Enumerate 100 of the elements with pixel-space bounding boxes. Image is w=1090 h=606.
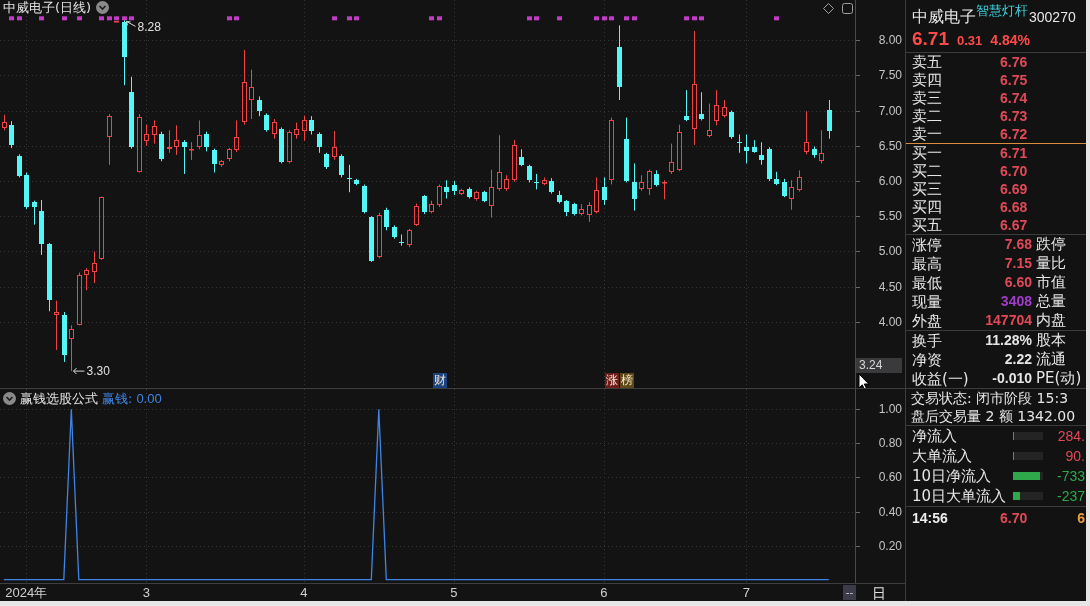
candlestick bbox=[714, 89, 719, 126]
candlestick bbox=[92, 250, 97, 284]
stat-label: 量比 bbox=[1035, 254, 1067, 273]
candlestick bbox=[54, 300, 59, 351]
candlestick bbox=[189, 141, 194, 161]
dropdown-icon[interactable] bbox=[96, 1, 110, 14]
bid-level-label: 买四 bbox=[912, 198, 943, 216]
stat-label: 收益(一) bbox=[912, 369, 969, 388]
candlestick bbox=[47, 242, 52, 312]
price-axis-label: 6.50 bbox=[878, 138, 902, 153]
value-axis-label: 0.60 bbox=[878, 470, 902, 485]
flow-value: -237 bbox=[1055, 488, 1086, 504]
candlestick bbox=[99, 195, 104, 261]
candlestick bbox=[279, 126, 284, 164]
event-badge[interactable]: 涨 bbox=[605, 373, 619, 388]
value-axis-label: 1.00 bbox=[878, 402, 902, 417]
date-axis-label: 6 bbox=[600, 585, 608, 600]
candlestick bbox=[774, 171, 779, 186]
series-label: 赢钱: bbox=[102, 391, 133, 406]
candlestick bbox=[527, 164, 532, 183]
toggle-button[interactable]: -- bbox=[843, 585, 856, 600]
price-callout: 8.28 bbox=[126, 20, 161, 35]
tick-volume: 6 bbox=[1077, 509, 1086, 526]
ask-level-label: 卖三 bbox=[912, 89, 943, 107]
candlestick bbox=[512, 139, 517, 183]
flow-value: 90. bbox=[1064, 448, 1086, 464]
candlestick bbox=[812, 145, 817, 159]
stat-label: 内盘 bbox=[1035, 311, 1067, 330]
candlestick bbox=[819, 129, 824, 164]
candlestick bbox=[519, 148, 524, 167]
candlestick bbox=[579, 203, 584, 216]
candlestick bbox=[369, 215, 374, 263]
annotation: 8.28 bbox=[137, 20, 162, 35]
flow-value: -733 bbox=[1055, 468, 1086, 484]
stat-value: 6.60 bbox=[1003, 273, 1032, 292]
stat-value: 7.15 bbox=[1003, 254, 1032, 273]
ask-price: 6.72 bbox=[1000, 125, 1029, 143]
candlestick bbox=[707, 103, 712, 138]
candlestick bbox=[107, 113, 112, 166]
candlestick bbox=[572, 202, 577, 216]
candlestick bbox=[677, 124, 682, 172]
stat-label: 市值 bbox=[1035, 273, 1067, 292]
annotation: 3.30 bbox=[86, 364, 111, 379]
stat-value: 147704 bbox=[984, 311, 1032, 330]
flow-label: 大单流入 bbox=[912, 447, 973, 465]
candlestick bbox=[804, 110, 809, 155]
candlestick bbox=[69, 324, 74, 372]
event-badge[interactable]: 榜 bbox=[620, 373, 634, 388]
bid-price: 6.69 bbox=[1000, 180, 1029, 198]
candlestick bbox=[467, 186, 472, 200]
price-axis-label: 5.50 bbox=[878, 209, 902, 224]
candlestick bbox=[249, 69, 254, 120]
value-axis-label: 0.80 bbox=[878, 436, 902, 451]
candlestick bbox=[489, 169, 494, 219]
flow-label: 净流入 bbox=[912, 427, 958, 445]
stat-label: 最高 bbox=[912, 254, 942, 273]
candlestick bbox=[752, 139, 757, 154]
rounded-square-icon[interactable] bbox=[842, 3, 853, 14]
candlestick bbox=[557, 190, 562, 204]
candlestick bbox=[114, 20, 119, 23]
candlestick bbox=[429, 200, 434, 214]
bid-level-label: 买一 bbox=[912, 144, 943, 162]
candlestick bbox=[2, 114, 7, 131]
candlestick bbox=[602, 176, 607, 206]
diamond-icon[interactable] bbox=[823, 3, 834, 14]
series-value: 0.00 bbox=[136, 391, 162, 406]
stat-value: -0.010 bbox=[991, 369, 1032, 388]
event-badge[interactable]: 财 bbox=[433, 373, 447, 388]
price-axis-label: 4.50 bbox=[878, 279, 902, 294]
candlestick bbox=[399, 234, 404, 247]
candlestick bbox=[797, 169, 802, 193]
candlestick bbox=[174, 124, 179, 156]
candlestick bbox=[384, 207, 389, 231]
candlestick bbox=[759, 141, 764, 166]
tick-time: 14:56 bbox=[912, 509, 949, 526]
candlestick bbox=[234, 119, 239, 153]
concept-tag[interactable]: 智慧灯杆 bbox=[976, 3, 1028, 19]
candlestick bbox=[287, 129, 292, 164]
candlestick bbox=[39, 199, 44, 256]
stat-value: 3408 bbox=[999, 292, 1032, 311]
last-price: 6.71 bbox=[912, 27, 949, 51]
candlestick bbox=[302, 115, 307, 142]
trade-status-text: 盘后交易量 2 额 1342.00 bbox=[910, 407, 1077, 425]
ask-price: 6.74 bbox=[1000, 89, 1029, 107]
stat-label: 外盘 bbox=[912, 311, 942, 330]
candlestick bbox=[84, 267, 89, 291]
candlestick bbox=[482, 190, 487, 203]
candlestick bbox=[767, 146, 772, 182]
price-axis-label: 7.50 bbox=[878, 68, 902, 83]
candlestick bbox=[407, 228, 412, 248]
candlestick bbox=[549, 177, 554, 195]
dropdown-icon[interactable] bbox=[3, 392, 16, 405]
stat-label: 现量 bbox=[912, 292, 942, 311]
period-button[interactable]: 日 bbox=[872, 584, 886, 601]
candlestick bbox=[452, 180, 457, 196]
price-axis-label: 5.00 bbox=[878, 244, 902, 259]
price-callout: 3.30 bbox=[73, 364, 110, 379]
candlestick bbox=[744, 134, 749, 164]
stat-label: PE(动) bbox=[1035, 369, 1083, 388]
ask-price: 6.76 bbox=[1000, 53, 1029, 71]
